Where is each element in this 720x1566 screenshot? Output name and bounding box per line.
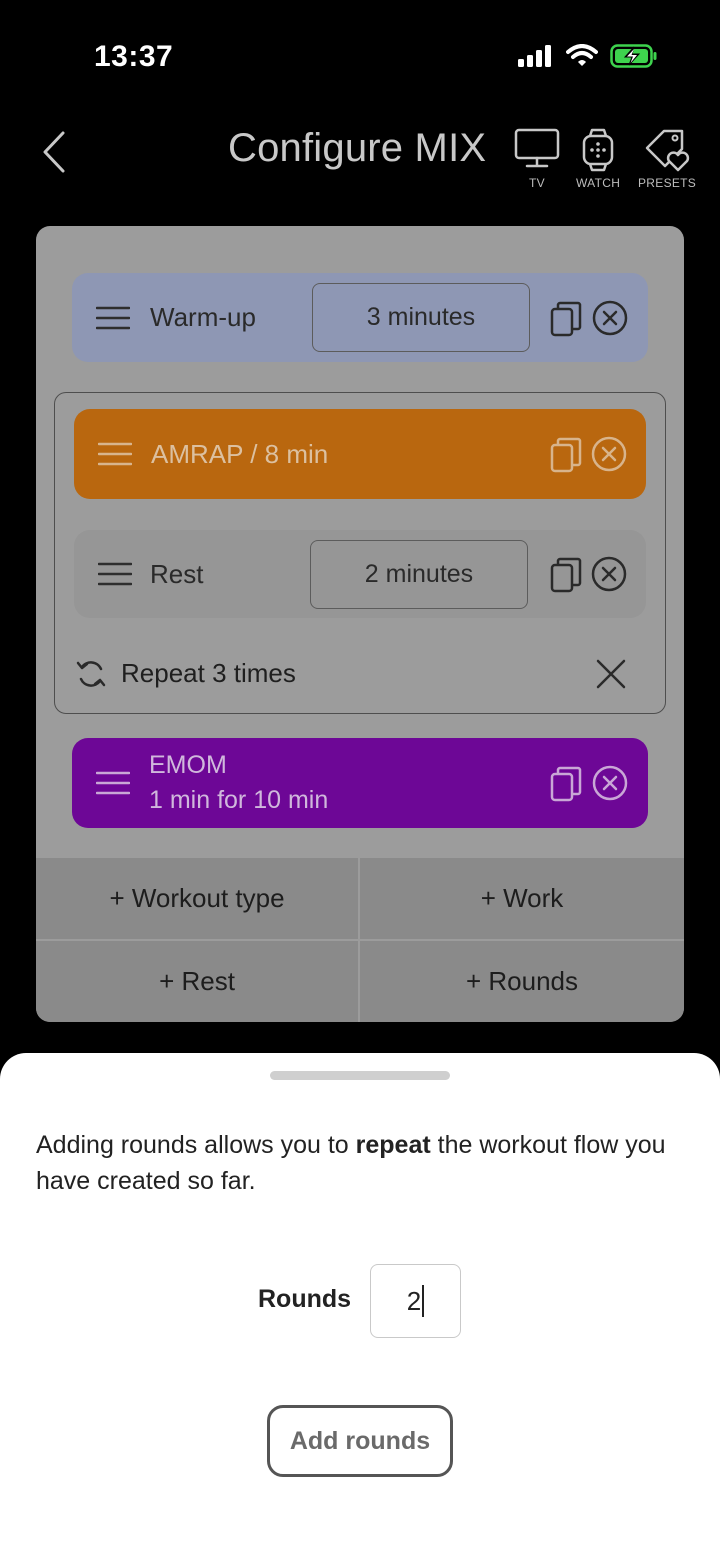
rest-label: Rest xyxy=(150,558,204,589)
sheet-description: Adding rounds allows you to repeat the w… xyxy=(36,1131,666,1195)
watch-icon xyxy=(582,128,614,172)
emom-subtitle: 1 min for 10 min xyxy=(149,786,329,814)
tv-button[interactable]: TV xyxy=(514,128,560,190)
watch-button[interactable]: WATCH xyxy=(576,128,620,190)
presets-button[interactable]: PRESETS xyxy=(638,128,696,190)
drag-handle-icon[interactable] xyxy=(98,442,132,466)
copy-icon[interactable] xyxy=(550,557,582,593)
battery-charging-icon xyxy=(610,44,657,68)
add-work-button[interactable]: + Work xyxy=(360,858,684,939)
remove-circle-icon[interactable] xyxy=(591,556,627,592)
warmup-row[interactable]: Warm-up 3 minutes xyxy=(72,273,648,362)
remove-circle-icon[interactable] xyxy=(592,765,628,801)
repeat-label: Repeat 3 times xyxy=(121,658,296,688)
wifi-icon xyxy=(566,44,598,66)
emom-row[interactable]: EMOM 1 min for 10 min xyxy=(72,738,648,828)
status-icons xyxy=(518,44,658,68)
chevron-left-icon xyxy=(43,131,65,173)
page-title: Configure MIX xyxy=(228,126,487,170)
warmup-label: Warm-up xyxy=(150,302,256,332)
rounds-label: Rounds xyxy=(258,1285,352,1313)
drag-handle-icon[interactable] xyxy=(96,771,130,795)
tv-label: TV xyxy=(529,176,545,190)
warmup-duration-field[interactable]: 3 minutes xyxy=(312,283,530,352)
amrap-row[interactable]: AMRAP / 8 min xyxy=(74,409,646,499)
cellular-signal-icon xyxy=(518,45,551,67)
watch-label: WATCH xyxy=(576,176,621,190)
copy-icon[interactable] xyxy=(550,301,582,337)
repeat-icon xyxy=(76,661,106,687)
add-rounds-confirm-button[interactable]: Add rounds xyxy=(267,1405,453,1477)
copy-icon[interactable] xyxy=(550,437,582,473)
price-tag-heart-icon xyxy=(645,129,690,172)
drag-handle-icon[interactable] xyxy=(98,562,132,586)
sheet-handle[interactable] xyxy=(270,1071,450,1080)
copy-icon[interactable] xyxy=(550,766,582,802)
add-rest-button[interactable]: + Rest xyxy=(36,941,358,1022)
add-workout-type-button[interactable]: + Workout type xyxy=(36,858,358,939)
status-time: 13:37 xyxy=(94,40,174,73)
add-rounds-button[interactable]: + Rounds xyxy=(360,941,684,1022)
emom-title: EMOM xyxy=(149,751,227,779)
rest-duration-field[interactable]: 2 minutes xyxy=(310,540,528,609)
drag-handle-icon[interactable] xyxy=(96,306,130,330)
rounds-input[interactable]: 2 xyxy=(370,1264,461,1338)
tv-icon xyxy=(514,128,560,168)
back-button[interactable] xyxy=(30,124,78,180)
amrap-label: AMRAP / 8 min xyxy=(151,438,329,469)
presets-label: PRESETS xyxy=(638,176,697,190)
close-icon[interactable] xyxy=(596,659,626,689)
workout-flow-card: Warm-up 3 minutes AMRAP / 8 min Rest 2 m… xyxy=(36,226,684,1022)
remove-circle-icon[interactable] xyxy=(592,300,628,336)
rest-row[interactable]: Rest 2 minutes xyxy=(74,530,646,618)
remove-circle-icon[interactable] xyxy=(591,436,627,472)
add-rounds-sheet: Adding rounds allows you to repeat the w… xyxy=(0,1053,720,1566)
